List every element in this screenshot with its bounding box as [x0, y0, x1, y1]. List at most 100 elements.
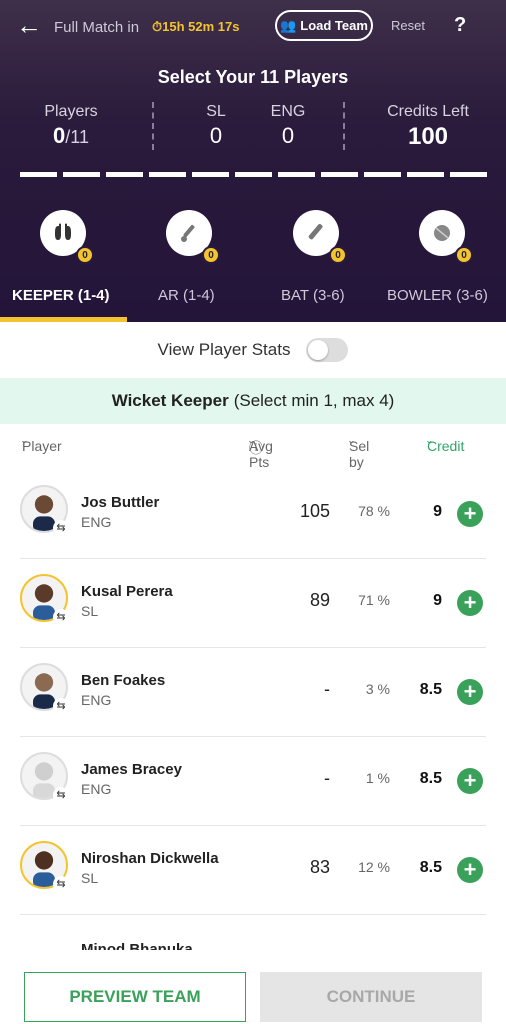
add-player-button[interactable]: + — [457, 501, 483, 527]
player-team: ENG — [81, 781, 112, 797]
swap-icon: ⇆ — [53, 787, 69, 803]
role-count-badge: 0 — [455, 246, 473, 264]
player-team: ENG — [81, 514, 112, 530]
slot-bar — [235, 172, 272, 177]
tab-keeper[interactable]: KEEPER (1-4) — [12, 287, 110, 304]
stat-divider — [152, 102, 154, 150]
player-team: ENG — [81, 692, 112, 708]
slot-bar — [63, 172, 100, 177]
slot-bar — [192, 172, 229, 177]
player-credit: 8.5 — [419, 770, 442, 787]
swap-icon: ⇆ — [53, 609, 69, 625]
section-subtitle: (Select min 1, max 4) — [233, 391, 395, 410]
player-sel-by: 71 % — [358, 592, 390, 608]
slot-bar — [321, 172, 358, 177]
player-sel-by: 12 % — [358, 859, 390, 875]
sort-avg-pts[interactable]: ⓘ Avg Pts ˇ — [249, 438, 273, 470]
player-credit: 9 — [433, 503, 442, 520]
role-batsman[interactable]: 0 — [293, 210, 347, 264]
player-name: Kusal Perera — [81, 583, 173, 600]
player-row[interactable]: ⇆ Ben Foakes ENG - 3 % 8.5 + — [20, 648, 486, 737]
role-tabs: KEEPER (1-4) AR (1-4) BAT (3-6) BOWLER (… — [0, 287, 506, 322]
player-credit: 8.5 — [419, 859, 442, 876]
match-header: ← Full Match in ⏱15h 52m 17s 👥 Load Team… — [0, 0, 506, 322]
help-icon[interactable]: ? — [454, 14, 466, 37]
swap-icon: ⇆ — [53, 698, 69, 714]
role-count-badge: 0 — [76, 246, 94, 264]
people-icon: 👥 — [280, 17, 297, 33]
sort-sel-by[interactable]: Sel by ˇ — [349, 438, 369, 470]
active-tab-indicator — [0, 317, 127, 322]
continue-button[interactable]: CONTINUE — [260, 972, 482, 1022]
footer-actions: PREVIEW TEAM CONTINUE — [0, 950, 506, 1024]
preview-team-button[interactable]: PREVIEW TEAM — [24, 972, 246, 1022]
player-stats-toggle[interactable] — [306, 338, 349, 362]
slot-bar — [364, 172, 401, 177]
player-avg-pts: 105 — [299, 501, 330, 521]
role-count-badge: 0 — [329, 246, 347, 264]
player-sel-by: 3 % — [365, 681, 390, 697]
player-name: Niroshan Dickwella — [81, 850, 219, 867]
player-row[interactable]: ⇆ Kusal Perera SL 89 71 % 9 + — [20, 559, 486, 648]
player-name: Jos Buttler — [81, 494, 160, 511]
team1-stat: SL 0 — [206, 103, 226, 148]
tab-allrounder[interactable]: AR (1-4) — [158, 287, 215, 304]
gloves-icon — [55, 223, 71, 240]
tab-batsman[interactable]: BAT (3-6) — [281, 287, 345, 304]
back-arrow-icon[interactable]: ← — [16, 12, 42, 38]
add-player-button[interactable]: + — [457, 679, 483, 705]
stat-divider — [343, 102, 345, 150]
player-stats-label: View Player Stats — [157, 340, 291, 359]
swap-icon: ⇆ — [53, 520, 69, 536]
team2-stat: ENG 0 — [270, 103, 306, 148]
role-bowler[interactable]: 0 — [419, 210, 473, 264]
match-label: Full Match in — [54, 19, 140, 36]
player-team: SL — [81, 870, 99, 886]
tab-bowler[interactable]: BOWLER (3-6) — [387, 287, 488, 304]
slot-bar — [106, 172, 143, 177]
load-team-button[interactable]: 👥 Load Team — [275, 10, 373, 41]
slot-bar — [20, 172, 57, 177]
slot-bar — [407, 172, 444, 177]
add-player-button[interactable]: + — [457, 590, 483, 616]
allrounder-icon — [181, 224, 195, 242]
reset-button[interactable]: Reset — [391, 18, 425, 33]
bat-icon — [308, 223, 323, 240]
slot-bar — [450, 172, 487, 177]
swap-icon: ⇆ — [53, 876, 69, 892]
ball-icon — [434, 225, 450, 241]
add-player-button[interactable]: + — [457, 857, 483, 883]
page-title: Select Your 11 Players — [157, 67, 349, 87]
players-stat: Players 0/11 — [44, 103, 98, 148]
player-stats-toggle-row: View Player Stats — [0, 336, 506, 364]
section-title: Wicket Keeper — [111, 391, 229, 410]
player-name: James Bracey — [81, 761, 182, 778]
player-avg-pts: - — [324, 679, 330, 699]
sort-credit[interactable]: Credit ˇ — [427, 438, 464, 454]
slot-bar — [149, 172, 186, 177]
role-count-badge: 0 — [202, 246, 220, 264]
player-sel-by: 1 % — [365, 770, 390, 786]
player-credit: 9 — [433, 592, 442, 609]
add-player-button[interactable]: + — [457, 768, 483, 794]
player-sel-by: 78 % — [358, 503, 390, 519]
slot-bar — [278, 172, 315, 177]
player-row[interactable]: ⇆ Jos Buttler ENG 105 78 % 9 + — [20, 470, 486, 559]
player-avg-pts: 89 — [309, 590, 330, 610]
player-row[interactable]: ⇆ James Bracey ENG - 1 % 8.5 + — [20, 737, 486, 826]
player-avg-pts: 83 — [309, 857, 330, 877]
role-allrounder[interactable]: 0 — [166, 210, 220, 264]
player-team: SL — [81, 603, 99, 619]
player-credit: 8.5 — [419, 681, 442, 698]
top-bar: ← Full Match in ⏱15h 52m 17s 👥 Load Team… — [0, 10, 506, 42]
credits-stat: Credits Left 100 — [387, 103, 469, 150]
role-keeper[interactable]: 0 — [40, 210, 94, 264]
section-header: Wicket Keeper (Select min 1, max 4) — [0, 378, 506, 424]
column-headers: Player ˇ ⓘ Avg Pts ˇ Sel by ˇ Credit ˇ — [0, 438, 506, 470]
sort-player[interactable]: Player ˇ — [22, 438, 62, 454]
countdown-timer: ⏱15h 52m 17s — [152, 19, 240, 34]
player-avg-pts: - — [324, 768, 330, 788]
selection-progress — [20, 172, 487, 177]
player-name: Ben Foakes — [81, 672, 166, 689]
player-row[interactable]: ⇆ Niroshan Dickwella SL 83 12 % 8.5 + — [20, 826, 486, 915]
